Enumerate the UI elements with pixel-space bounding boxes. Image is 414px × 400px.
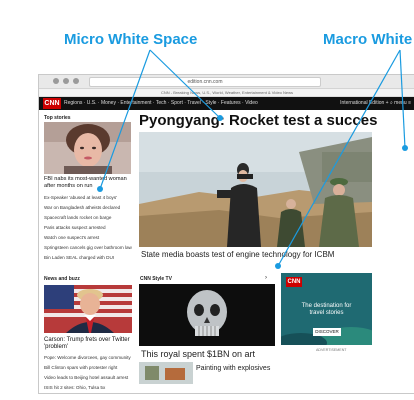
pointer-dot — [275, 263, 281, 269]
annotation-pointer-lines — [97, 49, 408, 269]
pointer-dot — [217, 115, 223, 121]
pointer-dot — [97, 186, 103, 192]
pointer-dot — [402, 145, 408, 151]
